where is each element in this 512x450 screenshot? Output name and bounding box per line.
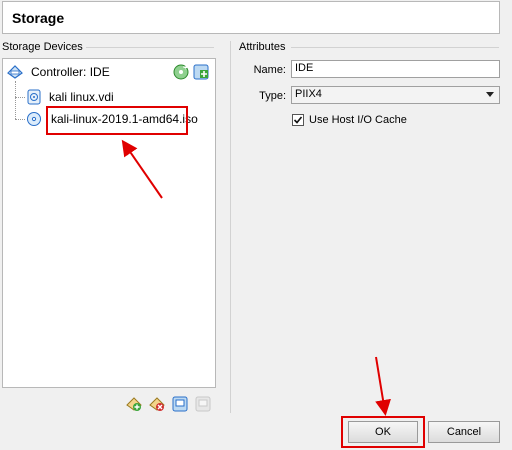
controller-label: Controller: IDE: [31, 65, 110, 79]
storage-devices-label: Storage Devices: [2, 41, 83, 53]
host-io-cache-label: Use Host I/O Cache: [309, 114, 407, 126]
name-input[interactable]: IDE: [291, 60, 500, 78]
attributes-label: Attributes: [239, 41, 286, 53]
section-title-box: Storage: [2, 1, 500, 34]
host-io-cache-checkbox[interactable]: [292, 114, 304, 126]
cancel-button[interactable]: Cancel: [428, 421, 500, 443]
type-select[interactable]: PIIX4: [291, 86, 500, 104]
tree-connector-vertical: [15, 81, 16, 119]
add-hard-disk-icon[interactable]: [193, 64, 209, 80]
add-optical-drive-icon[interactable]: +: [173, 64, 189, 80]
storage-devices-rule: [86, 47, 214, 48]
ide-controller-icon: [7, 64, 23, 80]
pane-divider: [230, 41, 231, 413]
add-attachment-icon[interactable]: [126, 396, 142, 412]
page-title: Storage: [12, 10, 65, 26]
type-label: Type:: [259, 90, 286, 102]
attributes-rule: [291, 47, 499, 48]
type-select-value: PIIX4: [295, 88, 322, 100]
arrow-to-ok: [375, 356, 391, 416]
checkmark-icon: [293, 116, 303, 124]
iso-highlight-box: [46, 106, 188, 135]
tree-connector-1: [15, 97, 25, 98]
tree-item-label: kali linux.vdi: [49, 90, 114, 104]
tree-connector-2: [15, 119, 25, 120]
tree-item-vdi[interactable]: kali linux.vdi: [27, 87, 207, 107]
remove-controller-icon[interactable]: [195, 396, 211, 412]
ok-highlight-box: [341, 416, 425, 448]
chevron-down-icon: [486, 92, 494, 97]
svg-text:+: +: [184, 66, 188, 72]
remove-attachment-icon[interactable]: [149, 396, 165, 412]
name-label: Name:: [253, 64, 286, 76]
add-controller-icon[interactable]: [172, 396, 188, 412]
hard-disk-icon: [27, 89, 41, 105]
optical-disc-icon: [27, 111, 41, 127]
